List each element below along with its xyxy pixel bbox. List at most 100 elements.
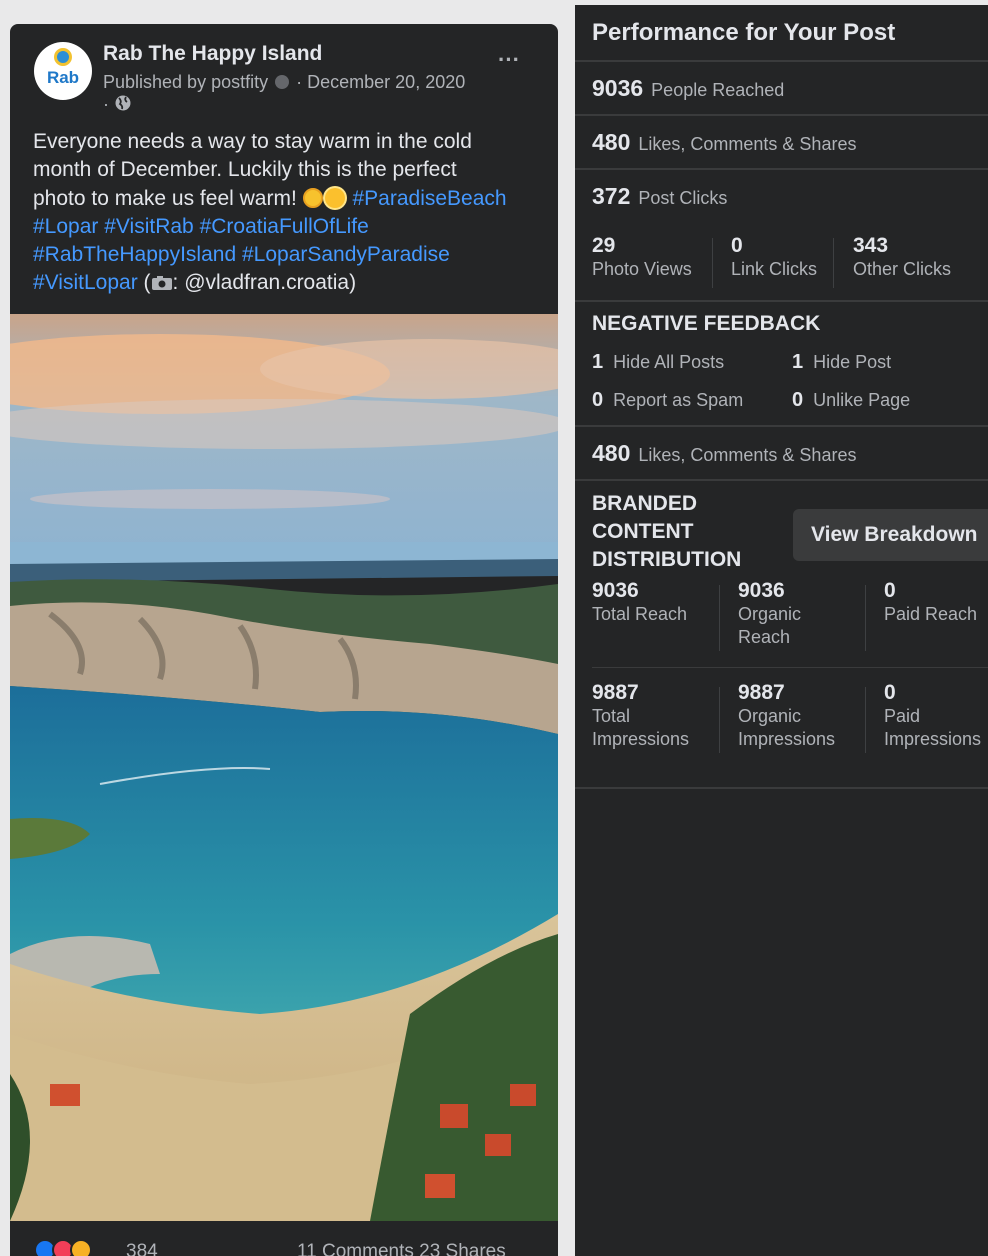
comments-shares-count[interactable]: 11 Comments 23 Shares — [297, 1241, 506, 1256]
column-separator — [712, 238, 713, 288]
page-name-link[interactable]: Rab The Happy Island — [103, 42, 322, 66]
total-reach-value: 9036 — [592, 579, 639, 602]
photo-views-stat: 29 Photo Views — [592, 234, 692, 281]
divider — [575, 300, 988, 302]
photo-credit: : @vladfran.croatia) — [172, 271, 357, 295]
engagement-label: Likes, Comments & Shares — [638, 134, 857, 154]
organic-reach-label: Reach — [738, 627, 791, 647]
link-clicks-value: 0 — [731, 234, 743, 257]
sun-emoji-icon — [324, 187, 345, 208]
hide-post-label: Hide Post — [813, 352, 892, 372]
divider — [575, 168, 988, 170]
post-card: Rab Rab The Happy Island Published by po… — [10, 24, 558, 1256]
help-icon[interactable] — [275, 75, 290, 89]
other-clicks-label: Other Clicks — [853, 259, 952, 279]
divider — [575, 60, 988, 62]
care-reaction-icon — [70, 1239, 92, 1256]
hide-all-posts-value: 1 — [592, 351, 604, 373]
credit-open: ( — [143, 271, 151, 295]
camera-icon — [151, 276, 172, 291]
branded-content-title: BRANDED CONTENT DISTRIBUTION — [592, 490, 741, 574]
photo-views-value: 29 — [592, 234, 616, 257]
panel-title: Performance for Your Post — [592, 19, 896, 46]
organic-impressions-label: Impressions — [738, 729, 836, 749]
paid-impressions-label: Impressions — [884, 729, 982, 749]
hide-post-stat: 1 Hide Post — [792, 351, 891, 374]
report-spam-value: 0 — [592, 389, 604, 411]
link-clicks-stat: 0 Link Clicks — [731, 234, 817, 281]
hashtag-link[interactable]: #VisitLopar — [33, 271, 138, 294]
report-spam-label: Report as Spam — [613, 390, 744, 410]
branded-title-line: CONTENT — [592, 520, 694, 543]
paid-impressions-stat: 0 Paid Impressions — [884, 681, 981, 751]
negative-feedback-title: NEGATIVE FEEDBACK — [592, 312, 821, 335]
hide-post-value: 1 — [792, 351, 804, 373]
other-clicks-stat: 343 Other Clicks — [853, 234, 951, 281]
engagement-value-2: 480 — [592, 440, 631, 466]
branded-title-line: DISTRIBUTION — [592, 548, 742, 571]
column-separator — [865, 585, 866, 651]
page-avatar[interactable]: Rab — [34, 42, 92, 100]
organic-impressions-value: 9887 — [738, 681, 785, 704]
hashtag-link[interactable]: #Lopar — [33, 215, 98, 238]
branded-title-line: BRANDED — [592, 492, 697, 515]
insights-panel: Performance for Your Post 9036 People Rea… — [575, 5, 988, 1256]
published-by: Published by postfity — [103, 72, 269, 92]
hashtag-link[interactable]: #ParadiseBeach — [352, 187, 506, 210]
hide-all-posts-label: Hide All Posts — [613, 352, 725, 372]
more-options-button[interactable]: ··· — [494, 49, 524, 74]
post-clicks-stat: 372 Post Clicks — [592, 183, 727, 210]
people-reached-stat: 9036 People Reached — [592, 75, 784, 102]
hashtag-link[interactable]: #VisitRab — [104, 215, 194, 238]
column-separator — [719, 687, 720, 753]
post-clicks-value: 372 — [592, 183, 631, 209]
post-text-line: month of December. Luckily this is the p… — [33, 158, 457, 182]
organic-reach-value: 9036 — [738, 579, 785, 602]
divider — [575, 787, 988, 789]
post-text-line: Everyone needs a way to stay warm in the… — [33, 130, 472, 153]
engagement-stat: 480 Likes, Comments & Shares — [592, 129, 856, 156]
divider — [575, 114, 988, 116]
reaction-count[interactable]: 384 — [126, 1241, 158, 1256]
hashtag-link[interactable]: #RabTheHappyIsland — [33, 243, 236, 266]
post-text-line: photo to make us feel warm! — [33, 186, 297, 210]
post-date[interactable]: December 20, 2020 — [307, 72, 465, 92]
other-clicks-value: 343 — [853, 234, 889, 257]
total-impressions-value: 9887 — [592, 681, 639, 704]
unlike-page-label: Unlike Page — [813, 390, 911, 410]
view-breakdown-button[interactable]: View Breakdown — [793, 509, 988, 561]
logo-icon — [54, 48, 72, 66]
organic-impressions-stat: 9887 Organic Impressions — [738, 681, 835, 751]
engagement-value: 480 — [592, 129, 631, 155]
post-header: Rab Rab The Happy Island Published by po… — [10, 24, 558, 124]
hashtag-link[interactable]: #LoparSandyParadise — [242, 243, 450, 266]
paid-impressions-label: Paid — [884, 706, 921, 726]
paid-reach-value: 0 — [884, 579, 896, 602]
divider — [575, 425, 988, 427]
divider — [575, 479, 988, 481]
post-clicks-label: Post Clicks — [638, 188, 728, 208]
organic-reach-label: Organic — [738, 604, 802, 624]
divider — [592, 667, 988, 668]
engagement-label-2: Likes, Comments & Shares — [638, 445, 857, 465]
post-photo[interactable] — [10, 314, 558, 1221]
paid-impressions-value: 0 — [884, 681, 896, 704]
hashtag-link[interactable]: #CroatiaFullOfLife — [200, 215, 369, 238]
column-separator — [833, 238, 834, 288]
avatar-text: Rab — [46, 68, 80, 87]
unlike-page-value: 0 — [792, 389, 804, 411]
post-meta: Published by postfity · December 20, 202… — [103, 72, 465, 93]
engagement-stat-2: 480 Likes, Comments & Shares — [592, 440, 856, 467]
column-separator — [865, 687, 866, 753]
total-impressions-stat: 9887 Total Impressions — [592, 681, 689, 751]
globe-icon[interactable] — [114, 94, 132, 112]
link-clicks-label: Link Clicks — [731, 259, 818, 279]
meta-separator: · — [296, 72, 303, 92]
total-impressions-label: Impressions — [592, 729, 690, 749]
total-impressions-label: Total — [592, 706, 631, 726]
total-reach-stat: 9036 Total Reach — [592, 579, 687, 626]
organic-impressions-label: Organic — [738, 706, 802, 726]
privacy-line: · — [103, 94, 132, 115]
hide-all-posts-stat: 1 Hide All Posts — [592, 351, 724, 374]
people-reached-label: People Reached — [651, 80, 785, 100]
